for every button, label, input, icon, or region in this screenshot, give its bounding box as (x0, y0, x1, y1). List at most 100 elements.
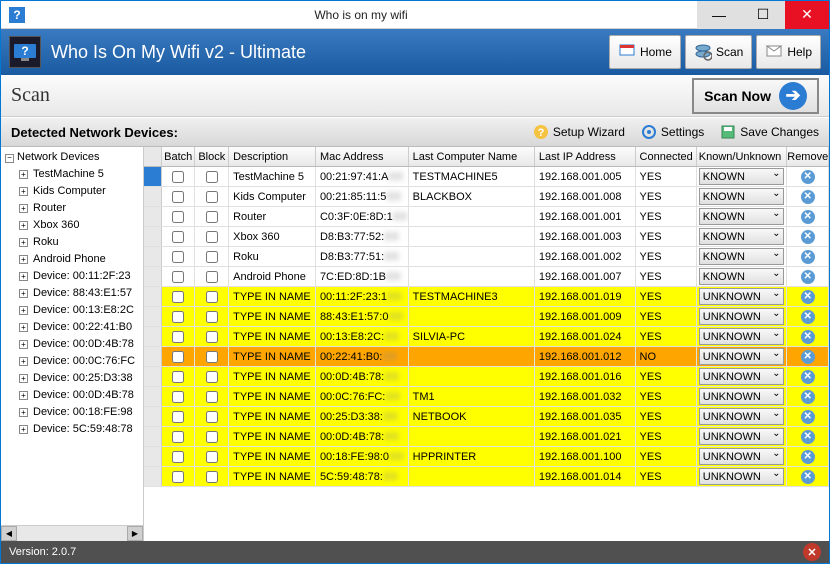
batch-cell[interactable] (162, 287, 196, 306)
known-cell[interactable]: UNKNOWN (697, 387, 788, 406)
computer-name-cell[interactable] (409, 307, 535, 326)
batch-checkbox[interactable] (172, 451, 184, 463)
batch-cell[interactable] (162, 187, 196, 206)
remove-cell[interactable]: ✕ (787, 227, 829, 246)
table-row[interactable]: TYPE IN NAME00:11:2F:23:1XXTESTMACHINE31… (144, 287, 829, 307)
known-cell[interactable]: KNOWN (697, 227, 788, 246)
block-checkbox[interactable] (206, 231, 218, 243)
description-cell[interactable]: Android Phone (229, 267, 316, 286)
description-cell[interactable]: TYPE IN NAME (229, 447, 316, 466)
known-select[interactable]: KNOWN (699, 168, 785, 185)
block-cell[interactable] (195, 247, 229, 266)
block-cell[interactable] (195, 207, 229, 226)
known-cell[interactable]: UNKNOWN (697, 447, 788, 466)
block-cell[interactable] (195, 187, 229, 206)
table-row[interactable]: Xbox 360D8:B3:77:52:XX192.168.001.003YES… (144, 227, 829, 247)
batch-checkbox[interactable] (172, 191, 184, 203)
known-cell[interactable]: KNOWN (697, 247, 788, 266)
table-row[interactable]: TYPE IN NAME00:0D:4B:78:XX192.168.001.02… (144, 427, 829, 447)
block-cell[interactable] (195, 287, 229, 306)
block-cell[interactable] (195, 327, 229, 346)
known-select[interactable]: UNKNOWN (699, 468, 785, 485)
known-cell[interactable]: UNKNOWN (697, 327, 788, 346)
batch-checkbox[interactable] (172, 211, 184, 223)
remove-cell[interactable]: ✕ (787, 407, 829, 426)
table-row[interactable]: RouterC0:3F:0E:8D:1XX192.168.001.001YESK… (144, 207, 829, 227)
block-cell[interactable] (195, 427, 229, 446)
block-checkbox[interactable] (206, 411, 218, 423)
setup-wizard-button[interactable]: ? Setup Wizard (533, 124, 625, 140)
batch-cell[interactable] (162, 327, 196, 346)
horizontal-scrollbar[interactable]: ◀ ▶ (1, 525, 143, 541)
tree-item[interactable]: +Device: 5C:59:48:78 (3, 421, 141, 438)
computer-name-cell[interactable]: HPPRINTER (409, 447, 535, 466)
known-cell[interactable]: KNOWN (697, 267, 788, 286)
batch-cell[interactable] (162, 447, 196, 466)
batch-checkbox[interactable] (172, 331, 184, 343)
computer-name-cell[interactable] (409, 207, 535, 226)
description-cell[interactable]: TYPE IN NAME (229, 367, 316, 386)
block-checkbox[interactable] (206, 211, 218, 223)
known-cell[interactable]: UNKNOWN (697, 367, 788, 386)
known-select[interactable]: UNKNOWN (699, 368, 785, 385)
remove-icon[interactable]: ✕ (801, 430, 815, 444)
maximize-button[interactable]: ☐ (741, 1, 785, 29)
help-button[interactable]: Help (756, 35, 821, 69)
remove-icon[interactable]: ✕ (801, 450, 815, 464)
computer-name-cell[interactable]: NETBOOK (409, 407, 535, 426)
scroll-right-icon[interactable]: ▶ (127, 526, 143, 541)
remove-cell[interactable]: ✕ (787, 307, 829, 326)
remove-icon[interactable]: ✕ (801, 330, 815, 344)
col-connected[interactable]: Connected (636, 147, 697, 166)
tree-item[interactable]: +Device: 00:18:FE:98 (3, 404, 141, 421)
known-select[interactable]: KNOWN (699, 188, 785, 205)
block-cell[interactable] (195, 387, 229, 406)
tree-item[interactable]: +Device: 00:0D:4B:78 (3, 387, 141, 404)
description-cell[interactable]: TYPE IN NAME (229, 407, 316, 426)
tree-item[interactable]: +Router (3, 200, 141, 217)
block-cell[interactable] (195, 367, 229, 386)
computer-name-cell[interactable]: BLACKBOX (409, 187, 535, 206)
remove-cell[interactable]: ✕ (787, 387, 829, 406)
description-cell[interactable]: Kids Computer (229, 187, 316, 206)
block-checkbox[interactable] (206, 191, 218, 203)
remove-cell[interactable]: ✕ (787, 327, 829, 346)
known-select[interactable]: KNOWN (699, 268, 785, 285)
known-select[interactable]: UNKNOWN (699, 408, 785, 425)
known-select[interactable]: KNOWN (699, 228, 785, 245)
batch-cell[interactable] (162, 347, 196, 366)
remove-icon[interactable]: ✕ (801, 390, 815, 404)
batch-checkbox[interactable] (172, 351, 184, 363)
batch-checkbox[interactable] (172, 391, 184, 403)
expand-icon[interactable]: + (19, 221, 28, 230)
home-button[interactable]: Home (609, 35, 681, 69)
known-select[interactable]: KNOWN (699, 248, 785, 265)
expand-icon[interactable]: + (19, 204, 28, 213)
tree-item[interactable]: +Device: 00:13:E8:2C (3, 302, 141, 319)
block-cell[interactable] (195, 447, 229, 466)
footer-close-button[interactable]: ✕ (803, 543, 821, 561)
remove-cell[interactable]: ✕ (787, 287, 829, 306)
block-cell[interactable] (195, 347, 229, 366)
tree-item[interactable]: +Device: 00:22:41:B0 (3, 319, 141, 336)
block-checkbox[interactable] (206, 451, 218, 463)
block-checkbox[interactable] (206, 471, 218, 483)
table-row[interactable]: TYPE IN NAME00:22:41:B0:XX192.168.001.01… (144, 347, 829, 367)
block-checkbox[interactable] (206, 331, 218, 343)
remove-cell[interactable]: ✕ (787, 347, 829, 366)
batch-checkbox[interactable] (172, 291, 184, 303)
remove-icon[interactable]: ✕ (801, 210, 815, 224)
expand-icon[interactable]: + (19, 170, 28, 179)
remove-icon[interactable]: ✕ (801, 190, 815, 204)
scan-button[interactable]: Scan (685, 35, 752, 69)
batch-checkbox[interactable] (172, 471, 184, 483)
table-row[interactable]: Android Phone7C:ED:8D:1BXX192.168.001.00… (144, 267, 829, 287)
description-cell[interactable]: TestMachine 5 (229, 167, 316, 186)
computer-name-cell[interactable] (409, 367, 535, 386)
block-checkbox[interactable] (206, 391, 218, 403)
col-batch[interactable]: Batch (162, 147, 196, 166)
block-checkbox[interactable] (206, 311, 218, 323)
remove-icon[interactable]: ✕ (801, 310, 815, 324)
known-cell[interactable]: UNKNOWN (697, 427, 788, 446)
expand-icon[interactable]: + (19, 374, 28, 383)
